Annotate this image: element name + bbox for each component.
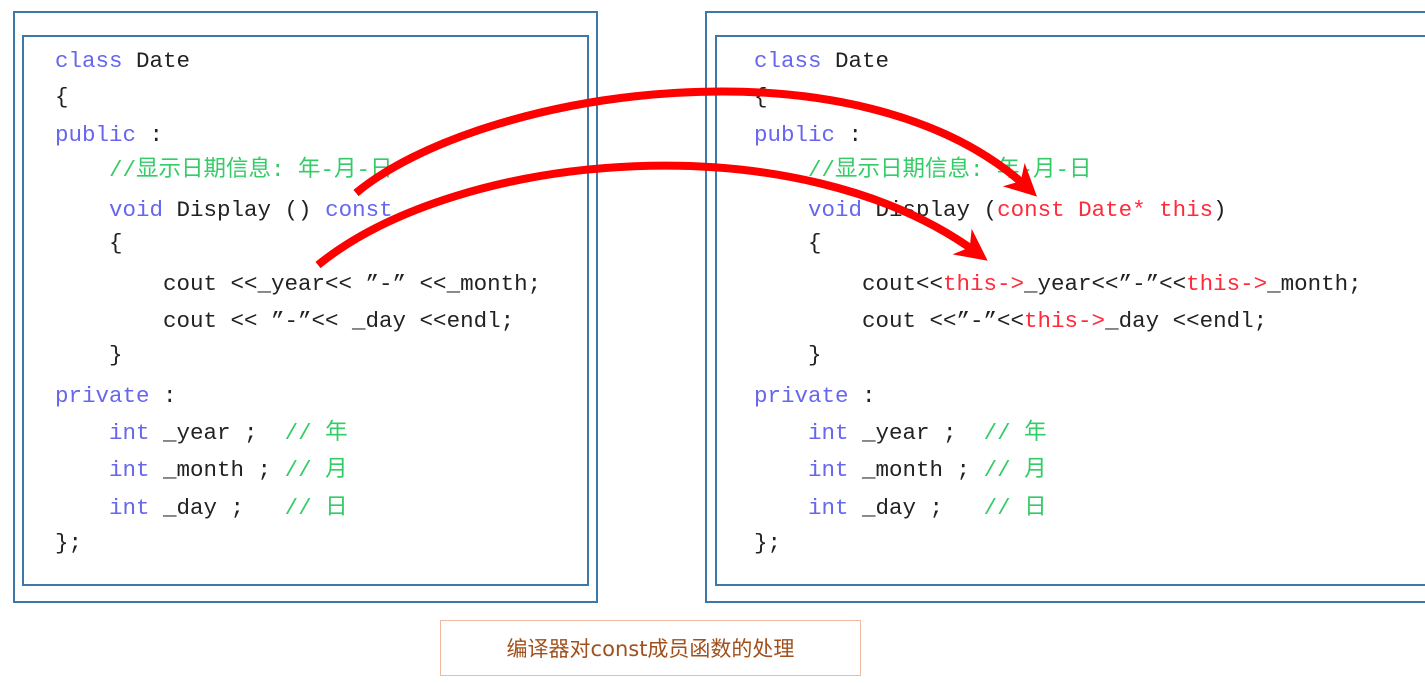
arrow-member-to-this-access — [315, 161, 988, 269]
arrows-layer — [315, 87, 1037, 269]
arrow-const-to-this-param — [353, 87, 1037, 197]
caption-box: 编译器对const成员函数的处理 — [440, 620, 861, 676]
